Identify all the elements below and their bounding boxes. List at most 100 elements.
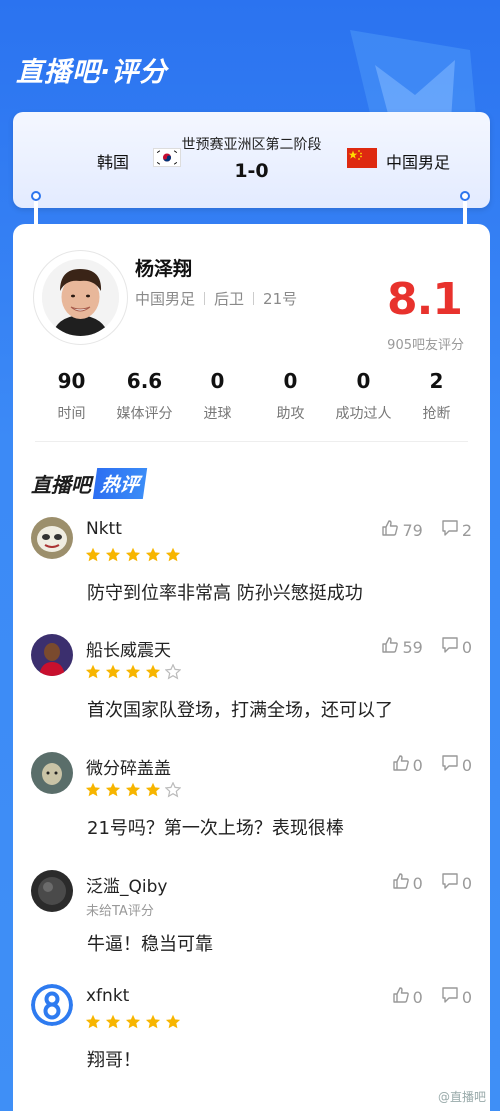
- hot-comments-title: 直播吧 热评: [31, 467, 148, 499]
- reply-button[interactable]: 0: [441, 986, 472, 1008]
- player-rating-card: 杨泽翔 中国男足 后卫 21号 8.1 905吧友评分 90 时间 6.6 媒体…: [13, 224, 490, 1111]
- player-name: 杨泽翔: [135, 258, 193, 280]
- stat-value: 0: [283, 369, 298, 393]
- player-stats: 90 时间 6.6 媒体评分 0 进球 0 助攻 0 成功过人 2 抢断: [35, 369, 473, 423]
- like-count: 79: [402, 520, 423, 540]
- watermark: @直播吧: [437, 1090, 486, 1104]
- comment-text: 21号吗？第一次上场？表现很棒: [87, 818, 344, 839]
- user-avatar-icon: [31, 634, 73, 676]
- star-empty-icon: [165, 782, 181, 798]
- match-card[interactable]: 世预赛亚洲区第二阶段 韩国 1-0 中国男足: [13, 112, 490, 208]
- stat-value: 0: [210, 369, 225, 393]
- china-flag-icon: [347, 148, 377, 168]
- star-empty-icon: [165, 664, 181, 680]
- stat-tackles: 2 抢断: [400, 369, 473, 423]
- stat-goals: 0 进球: [181, 369, 254, 423]
- like-count: 0: [412, 873, 423, 893]
- thumbs-up-icon: [392, 754, 413, 776]
- comment-username[interactable]: 船长威震天: [86, 636, 171, 661]
- divider: [204, 292, 206, 305]
- star-filled-icon: [105, 547, 121, 562]
- like-button[interactable]: 0: [392, 986, 423, 1008]
- comment-bubble-icon: [441, 754, 462, 776]
- reply-count: 0: [461, 637, 472, 657]
- user-avatar-icon: [31, 870, 73, 912]
- player-avatar[interactable]: [33, 250, 128, 345]
- comment-text: 翔哥！: [87, 1050, 141, 1071]
- page-title: 直播吧·评分: [16, 57, 168, 88]
- comment-text: 防守到位率非常高 防孙兴慜挺成功: [87, 583, 363, 604]
- stat-label: 成功过人: [335, 406, 392, 422]
- star-filled-icon: [165, 547, 181, 562]
- away-team-name: 中国男足: [386, 153, 451, 172]
- star-filled-icon: [125, 1014, 141, 1029]
- star-filled-icon: [125, 664, 141, 679]
- thumbs-up-icon: [381, 519, 402, 541]
- comment-username[interactable]: xfnkt: [86, 986, 129, 1006]
- star-filled-icon: [145, 547, 161, 562]
- stat-value: 2: [429, 369, 444, 393]
- comment-bubble-icon: [441, 986, 462, 1008]
- comment-avatar[interactable]: [31, 634, 73, 676]
- like-count: 0: [412, 987, 423, 1007]
- stat-dribbles: 0 成功过人: [327, 369, 400, 423]
- reply-count: 2: [461, 520, 472, 540]
- star-filled-icon: [105, 782, 121, 797]
- like-button[interactable]: 0: [392, 754, 423, 776]
- like-button[interactable]: 59: [381, 636, 423, 658]
- stat-label: 媒体评分: [116, 406, 173, 422]
- comment-star-rating: [85, 664, 181, 680]
- like-button[interactable]: 79: [381, 519, 423, 541]
- comment-avatar[interactable]: [31, 984, 73, 1026]
- comment-bubble-icon: [441, 872, 462, 894]
- player-number: 21号: [263, 290, 298, 308]
- comment-text: 牛逼！稳当可靠: [87, 934, 213, 955]
- fan-rating-count: 905吧友评分: [387, 338, 464, 353]
- stat-label: 抢断: [422, 406, 451, 422]
- star-filled-icon: [105, 664, 121, 679]
- thumbs-up-icon: [381, 636, 402, 658]
- reply-button[interactable]: 0: [441, 872, 472, 894]
- stat-value: 6.6: [126, 369, 163, 393]
- stat-assists: 0 助攻: [254, 369, 327, 423]
- stat-label: 助攻: [276, 406, 305, 422]
- reply-count: 0: [461, 755, 472, 775]
- star-filled-icon: [145, 1014, 161, 1029]
- stat-label: 进球: [203, 406, 232, 422]
- star-filled-icon: [85, 782, 101, 797]
- comment-username[interactable]: Nktt: [86, 519, 122, 539]
- hot-title-prefix: 直播吧: [31, 472, 91, 497]
- stat-value: 90: [57, 369, 86, 393]
- star-filled-icon: [85, 547, 101, 562]
- comment-text: 首次国家队登场，打满全场，还可以了: [87, 700, 393, 721]
- comment-avatar[interactable]: [31, 870, 73, 912]
- zhibo8-logo-icon: [31, 984, 73, 1026]
- comment-bubble-icon: [441, 636, 462, 658]
- user-avatar-icon: [31, 752, 73, 794]
- connector-dot: [31, 191, 41, 201]
- reply-count: 0: [461, 873, 472, 893]
- player-position: 后卫: [214, 290, 245, 308]
- stat-label: 时间: [57, 406, 86, 422]
- star-filled-icon: [125, 782, 141, 797]
- reply-button[interactable]: 0: [441, 636, 472, 658]
- star-filled-icon: [145, 782, 161, 797]
- comment-bubble-icon: [441, 519, 462, 541]
- reply-button[interactable]: 2: [441, 519, 472, 541]
- comment-username[interactable]: 泛滥_Qiby: [86, 872, 167, 897]
- player-team: 中国男足: [135, 290, 196, 308]
- comment-avatar[interactable]: [31, 517, 73, 559]
- hot-title-tag: 热评: [92, 467, 148, 499]
- comment-avatar[interactable]: [31, 752, 73, 794]
- comment-username[interactable]: 微分碎盖盖: [86, 754, 171, 779]
- star-filled-icon: [125, 547, 141, 562]
- reply-button[interactable]: 0: [441, 754, 472, 776]
- reply-count: 0: [461, 987, 472, 1007]
- divider: [253, 292, 255, 305]
- like-button[interactable]: 0: [392, 872, 423, 894]
- comment-no-rating: 未给TA评分: [86, 904, 154, 919]
- star-filled-icon: [165, 1014, 181, 1029]
- player-portrait-icon: [42, 259, 119, 336]
- stat-media-rating: 6.6 媒体评分: [108, 369, 181, 423]
- connector-dot: [460, 191, 470, 201]
